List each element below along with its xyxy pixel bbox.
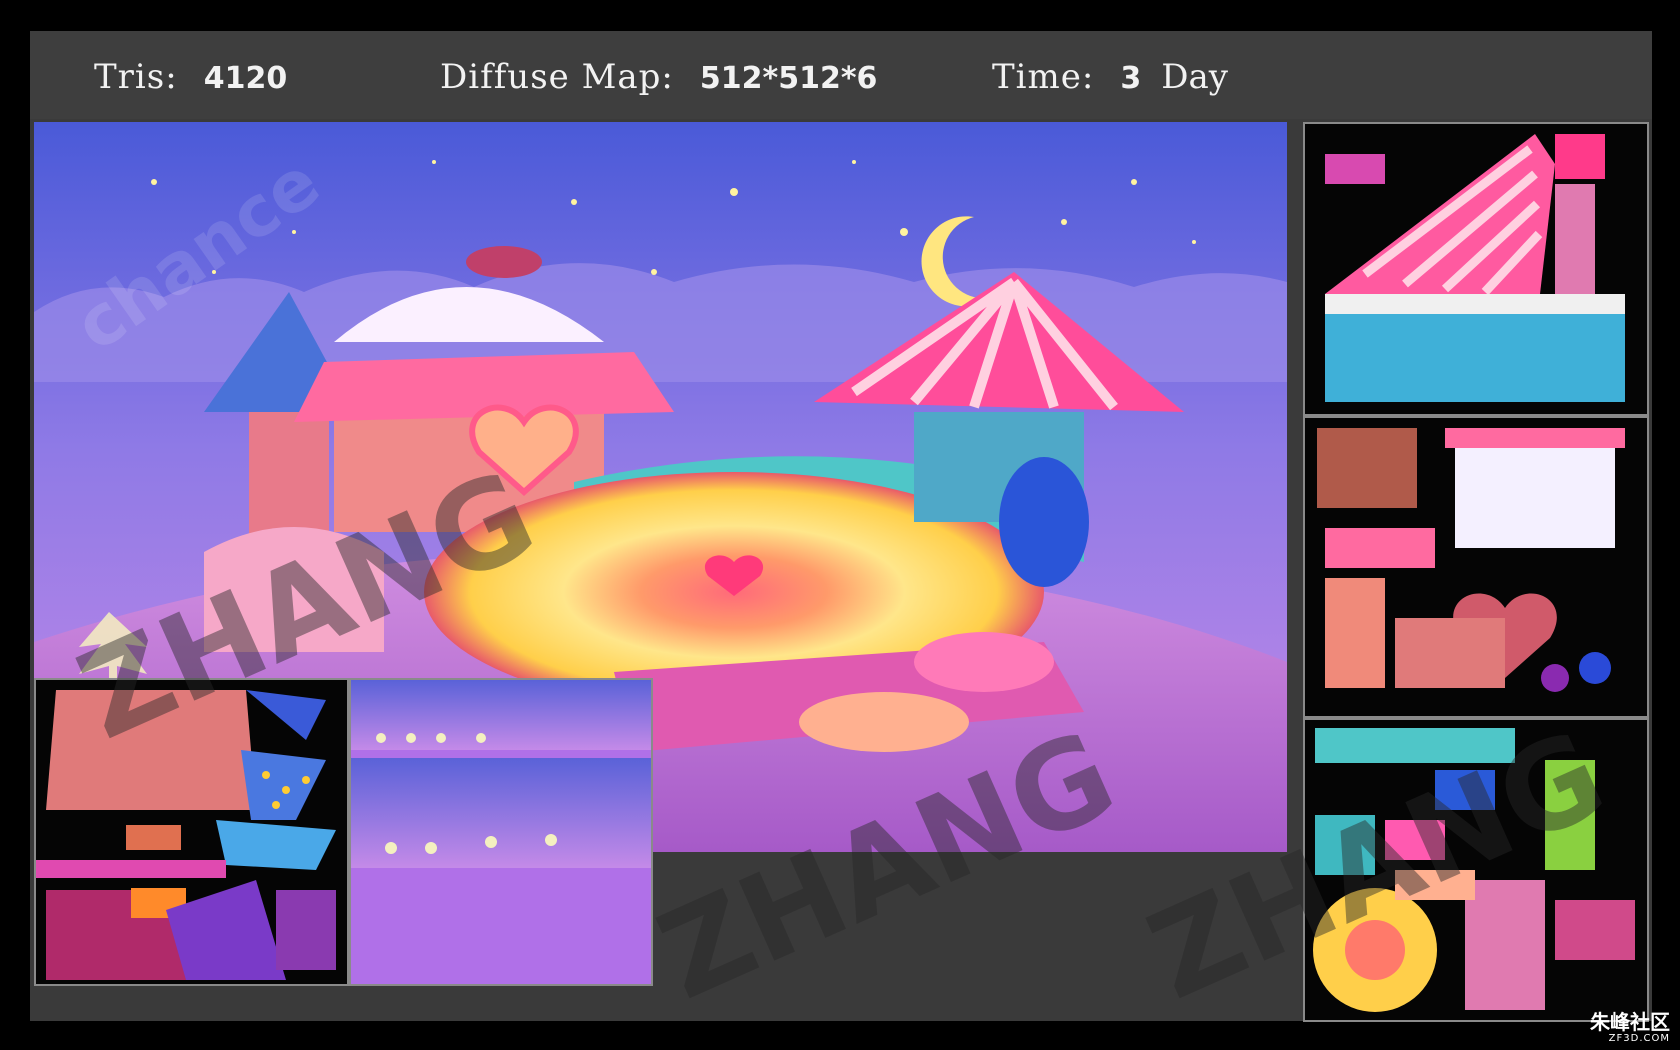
texture-sheet-props (1303, 718, 1649, 1022)
time-stat: Time: 3 Day (992, 60, 1228, 94)
tris-stat: Tris: 4120 (94, 60, 287, 94)
texture-sheet-tent (1303, 122, 1649, 416)
diffuse-map-value: 512*512*6 (699, 61, 878, 96)
diffuse-map-label: Diffuse Map: (440, 57, 674, 97)
time-label: Time: (992, 57, 1095, 97)
empty-area (652, 852, 1287, 986)
diffuse-map-stat: Diffuse Map: 512*512*6 (440, 60, 877, 94)
tris-label: Tris: (94, 57, 178, 97)
site-logo: 朱峰社区 ZF3D.COM (1590, 1012, 1670, 1044)
time-value: 3 (1120, 61, 1142, 96)
site-logo-url: ZF3D.COM (1608, 1033, 1670, 1044)
texture-sheet-house (1303, 416, 1649, 718)
texture-sheet-sky (349, 678, 653, 986)
texture-sheet-tower (34, 678, 349, 986)
tris-value: 4120 (203, 61, 288, 96)
site-logo-name: 朱峰社区 (1590, 1010, 1670, 1034)
time-unit: Day (1161, 57, 1228, 97)
